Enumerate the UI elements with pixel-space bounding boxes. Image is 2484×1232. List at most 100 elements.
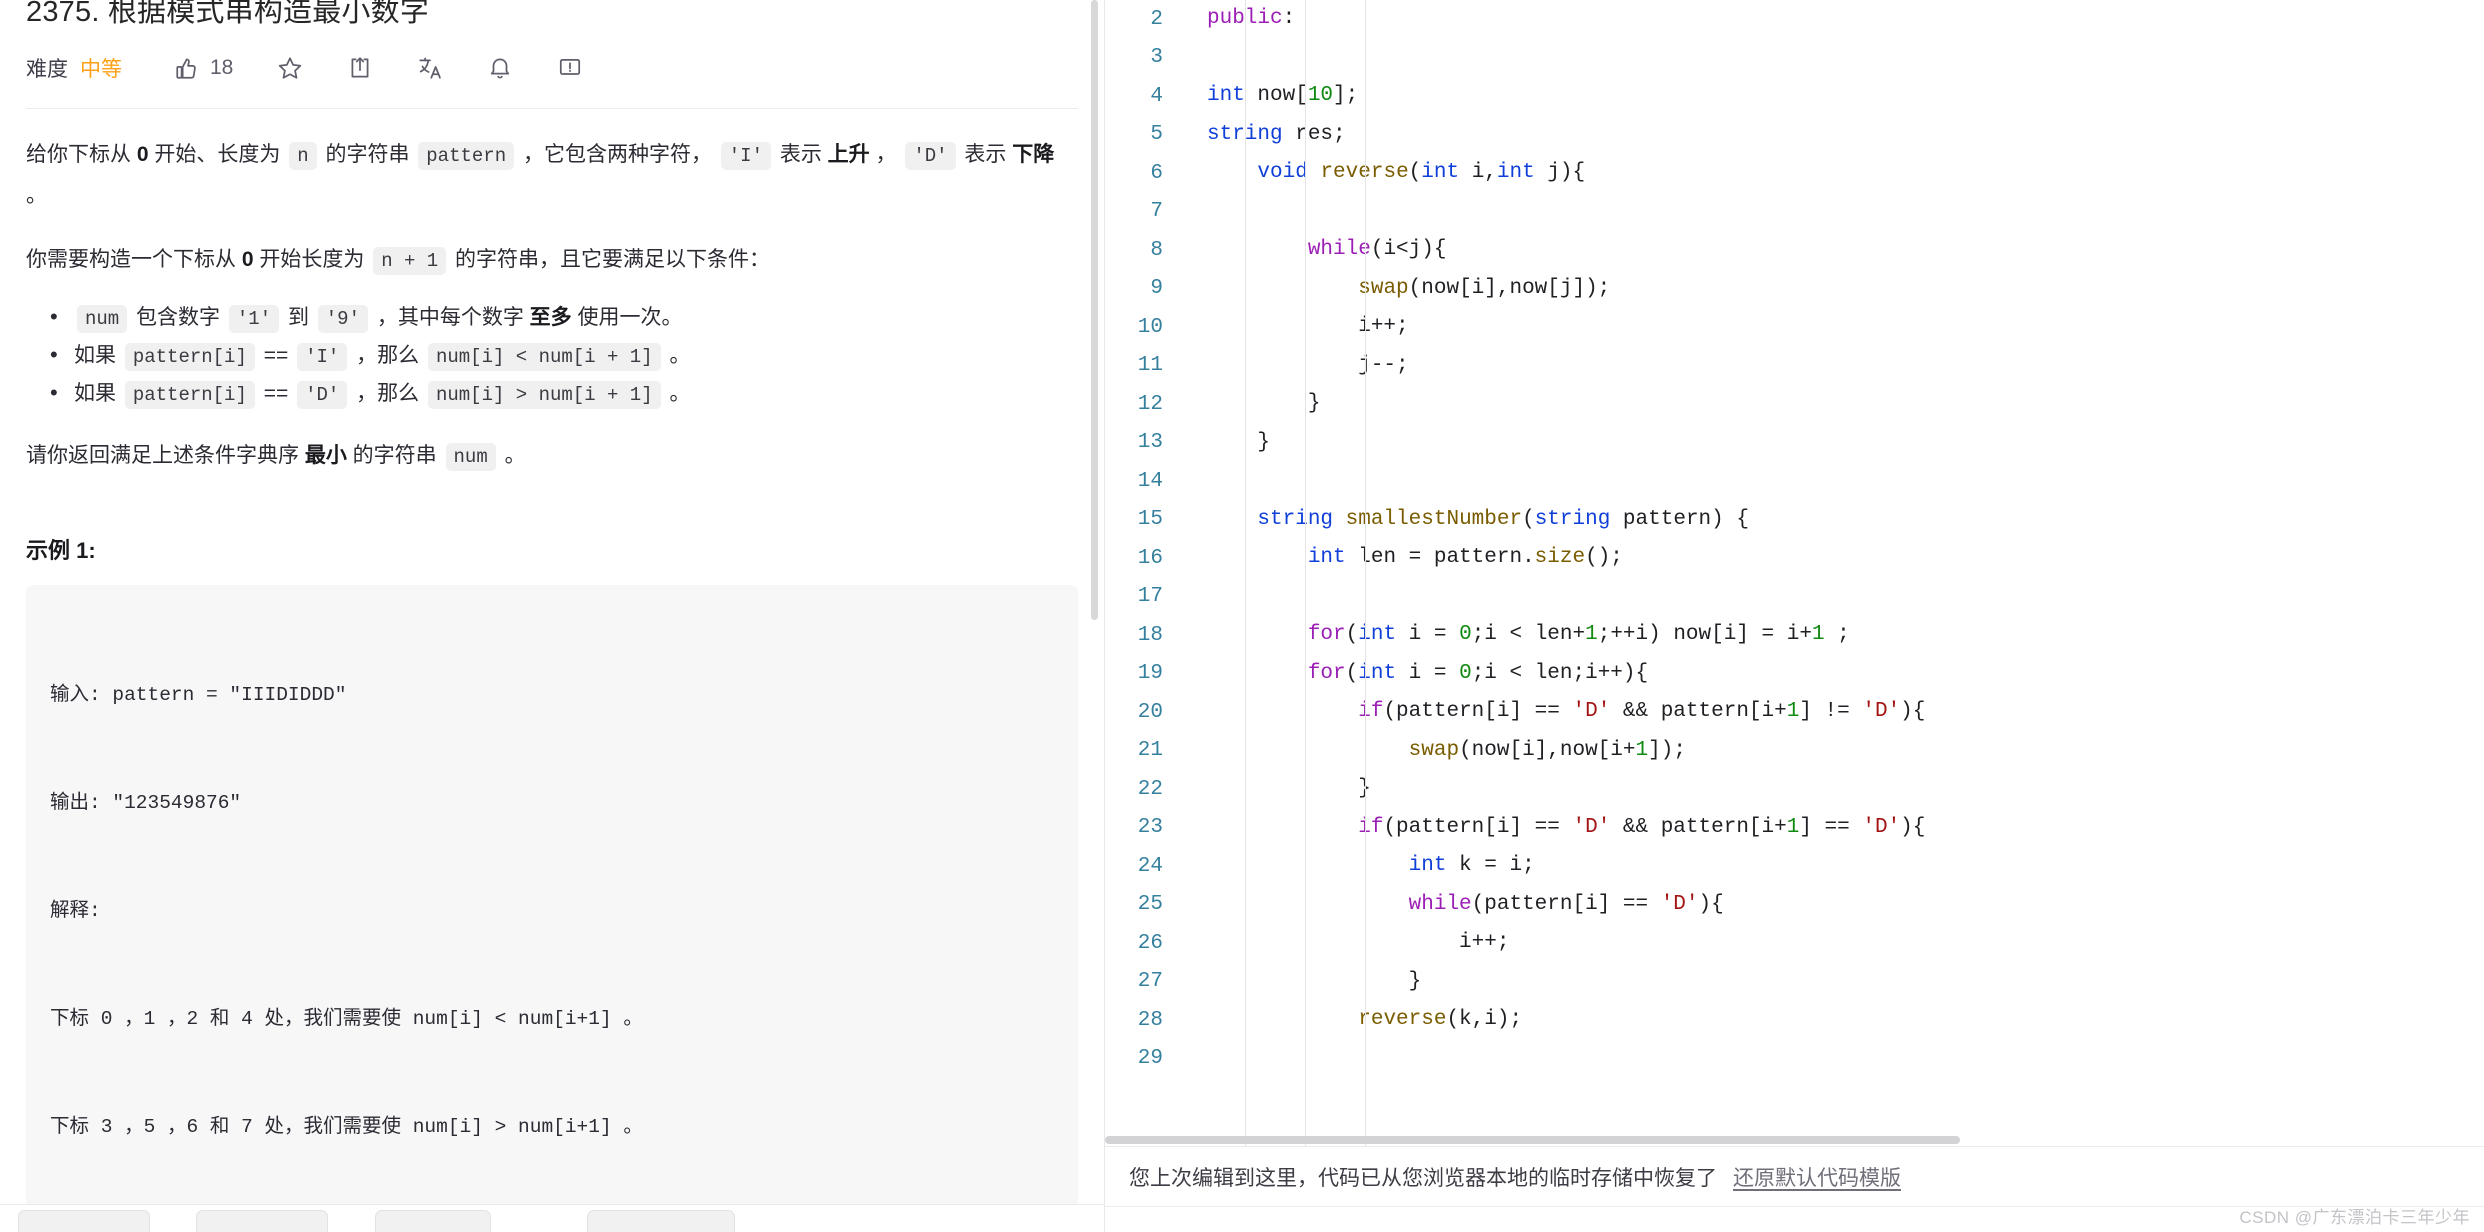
code-line[interactable]: 4 int now[10];: [1105, 77, 2484, 116]
p1-b1: 0: [136, 143, 149, 166]
watermark: CSDN @广东漂泊卡三年少年: [2239, 1208, 2470, 1227]
code-line[interactable]: 6 void reverse(int i,int j){: [1105, 154, 2484, 193]
code-token: (: [1522, 507, 1535, 531]
share-button[interactable]: [347, 55, 373, 81]
p3-b1: 最小: [304, 444, 347, 467]
feedback-button[interactable]: [557, 55, 583, 81]
code-line[interactable]: 10 i++;: [1105, 308, 2484, 347]
bottom-button-3[interactable]: [375, 1210, 491, 1232]
example-1-box: 输入: pattern = "IIIDIDDD" 输出: "123549876"…: [26, 585, 1078, 1232]
code-token: }: [1207, 392, 1321, 415]
code-token: 10: [1307, 84, 1334, 107]
code-line[interactable]: 25 while(pattern[i] == 'D'){: [1105, 886, 2484, 925]
code-line[interactable]: 27 }: [1105, 963, 2484, 1002]
c0-t2: 到: [282, 306, 315, 329]
line-number: 3: [1150, 46, 1163, 70]
difficulty-label: 难度: [26, 58, 68, 81]
p1-code-n: n: [289, 142, 317, 170]
code-token: i,: [1459, 161, 1497, 184]
line-number: 22: [1137, 777, 1163, 801]
code-token: 1: [1811, 623, 1825, 646]
code-line[interactable]: 7: [1105, 193, 2484, 232]
code-line-text: }: [1181, 424, 2484, 463]
code-line[interactable]: 16 int len = pattern.size();: [1105, 539, 2484, 578]
code-line[interactable]: 8 while(i<j){: [1105, 231, 2484, 270]
code-line[interactable]: 20 if(pattern[i] == 'D' && pattern[i+1] …: [1105, 693, 2484, 732]
c1-code-I: 'I': [297, 343, 348, 371]
code-line[interactable]: 21 swap(now[i],now[i+1]);: [1105, 732, 2484, 771]
c2-t1: ==: [257, 382, 295, 405]
code-line[interactable]: 3: [1105, 39, 2484, 78]
code-token: 1: [1585, 623, 1598, 646]
code-token: (: [1408, 161, 1422, 184]
difficulty-badge: 中等: [80, 58, 122, 81]
code-token: 1: [1635, 738, 1649, 762]
description-scrollbar[interactable]: [1091, 0, 1098, 620]
code-token: j){: [1534, 161, 1586, 184]
code-line-text: }: [1181, 963, 2484, 1002]
code-token: int: [1496, 161, 1535, 184]
favorite-button[interactable]: [277, 55, 303, 81]
code-line[interactable]: 15 string smallestNumber(string pattern)…: [1105, 501, 2484, 540]
notification-button[interactable]: [487, 55, 513, 81]
line-number: 25: [1137, 893, 1163, 917]
code-line[interactable]: 5 string res;: [1105, 116, 2484, 155]
code-line-text: int k = i;: [1181, 847, 2484, 886]
bottom-button-4[interactable]: [587, 1210, 735, 1232]
code-token: ){: [1900, 700, 1926, 723]
description-paragraph-1: 给你下标从 0 开始、长度为 n 的字符串 pattern ，它包含两种字符， …: [26, 135, 1078, 216]
p2-t3: 的字符串，且它要满足以下条件：: [449, 248, 771, 271]
code-line[interactable]: 17: [1105, 578, 2484, 617]
line-number: 29: [1137, 1047, 1163, 1071]
c1-t0: 如果: [74, 344, 122, 367]
conditions-list: num 包含数字 '1' 到 '9' ，其中每个数字 至多 使用一次。 如果 p…: [26, 300, 1078, 412]
code-token: int: [1421, 161, 1460, 184]
code-token: ;++i) now[i] = i+: [1597, 623, 1812, 646]
code-token: pattern) {: [1610, 507, 1749, 531]
editor-horizontal-scrollbar[interactable]: [1105, 1136, 2484, 1144]
bottom-button-2[interactable]: [196, 1210, 328, 1232]
code-token: (now[i],now[i+: [1459, 738, 1636, 762]
code-line[interactable]: 26 i++;: [1105, 924, 2484, 963]
code-line[interactable]: 28 reverse(k,i);: [1105, 1001, 2484, 1040]
restore-default-template-link[interactable]: 还原默认代码模版: [1733, 1162, 1901, 1192]
p2-b1: 0: [241, 248, 254, 271]
code-line[interactable]: 12 }: [1105, 385, 2484, 424]
code-line[interactable]: 14: [1105, 462, 2484, 501]
code-line[interactable]: 2 public:: [1105, 0, 2484, 39]
code-line[interactable]: 13 }: [1105, 424, 2484, 463]
p1-t7: 表示: [958, 143, 1013, 166]
like-button[interactable]: 18: [174, 55, 233, 81]
example-line: 输出: "123549876": [50, 792, 242, 814]
code-token: void: [1257, 161, 1308, 184]
code-line[interactable]: 9 swap(now[i],now[j]);: [1105, 270, 2484, 309]
line-number: 27: [1137, 970, 1163, 994]
code-line[interactable]: 22 }: [1105, 770, 2484, 809]
p2-code-n1: n + 1: [373, 247, 447, 275]
code-line-text: j--;: [1181, 347, 2484, 386]
code-token: 'D': [1862, 700, 1901, 723]
code-line[interactable]: 19 for(int i = 0;i < len;i++){: [1105, 655, 2484, 694]
code-line[interactable]: 18 for(int i = 0;i < len+1;++i) now[i] =…: [1105, 616, 2484, 655]
code-token: ] !=: [1799, 700, 1863, 723]
translate-button[interactable]: [417, 55, 443, 81]
line-number: 5: [1150, 123, 1163, 147]
bottom-button-1[interactable]: [18, 1210, 150, 1232]
code-line[interactable]: 23 if(pattern[i] == 'D' && pattern[i+1] …: [1105, 809, 2484, 848]
code-line[interactable]: 11 j--;: [1105, 347, 2484, 386]
code-line[interactable]: 24 int k = i;: [1105, 847, 2484, 886]
code-token: for: [1307, 661, 1346, 685]
code-token: i =: [1396, 661, 1460, 685]
example-line: 解释:: [50, 900, 101, 922]
code-line-text: if(pattern[i] == 'D' && pattern[i+1] != …: [1181, 693, 2484, 732]
list-item: num 包含数字 '1' 到 '9' ，其中每个数字 至多 使用一次。: [50, 300, 1078, 336]
code-line[interactable]: 29: [1105, 1040, 2484, 1079]
code-token: (pattern[i] ==: [1383, 700, 1573, 723]
p2-t2: 开始长度为: [253, 248, 371, 271]
code-editor[interactable]: 2 public: 3 4 int now[10]; 5 string res; 6 voi…: [1105, 0, 2484, 1146]
code-editor-panel: 2 public: 3 4 int now[10]; 5 string res; 6 voi…: [1105, 0, 2484, 1232]
code-token: ){: [1698, 892, 1724, 916]
c0-code-num: num: [77, 305, 128, 333]
